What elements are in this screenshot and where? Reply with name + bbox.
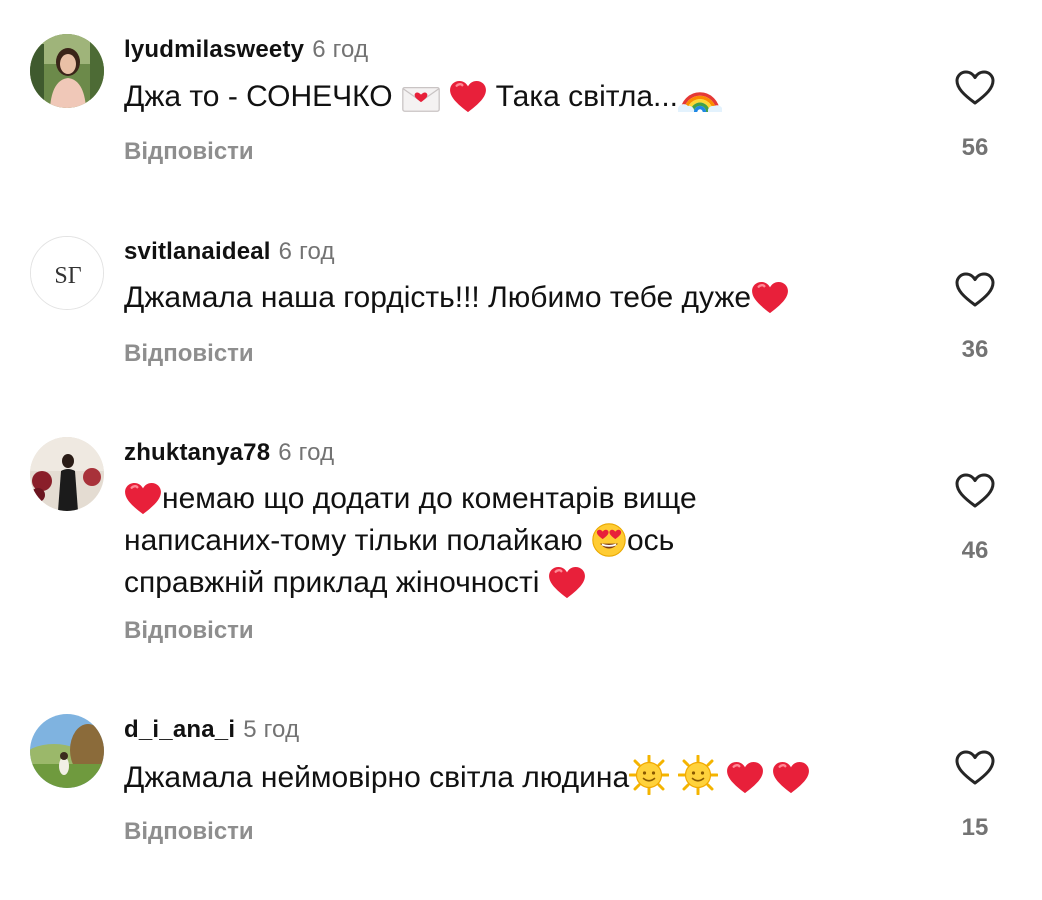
red-heart-icon bbox=[772, 761, 810, 795]
like-heart-icon[interactable] bbox=[955, 473, 995, 511]
red-heart-icon bbox=[751, 281, 789, 315]
comment-text-part: написаних-тому тільки полайкаю bbox=[124, 524, 583, 557]
comment-text-part: Така світла... bbox=[495, 80, 679, 113]
comment-time: 6 год bbox=[278, 439, 335, 466]
comment-text: Джамала наша гордість!!! Любимо тебе дуж… bbox=[124, 277, 824, 319]
like-count: 56 bbox=[961, 134, 989, 161]
avatar[interactable] bbox=[30, 437, 104, 511]
like-count: 46 bbox=[961, 537, 989, 564]
red-heart-icon bbox=[124, 482, 162, 516]
comment-time: 6 год bbox=[312, 36, 369, 63]
love-letter-icon bbox=[401, 83, 441, 114]
comment-text-part: Джамала наша гордість!!! Любимо тебе дуж… bbox=[124, 281, 752, 314]
avatar[interactable]: SГ bbox=[30, 236, 104, 310]
like-count: 15 bbox=[961, 814, 989, 841]
reply-button[interactable]: Відповісти bbox=[124, 617, 254, 645]
red-heart-icon bbox=[726, 761, 764, 795]
like-heart-icon[interactable] bbox=[955, 70, 995, 108]
comment-text-part: ось bbox=[626, 524, 675, 557]
comment-username[interactable]: d_i_ana_i 5 год bbox=[124, 716, 299, 744]
reply-button[interactable]: Відповісти bbox=[124, 138, 254, 166]
comment-text: немаю що додати до коментарів вище напис… bbox=[124, 478, 824, 604]
comment-time: 5 год bbox=[243, 716, 300, 743]
comment-text-part: Джамала неймовірно світла людина bbox=[124, 761, 630, 794]
rainbow-icon bbox=[678, 78, 722, 114]
reply-button[interactable]: Відповісти bbox=[124, 340, 254, 368]
sun-face-icon bbox=[678, 755, 718, 795]
heart-eyes-icon bbox=[591, 522, 627, 558]
comment-text: Джа то - СОНЕЧКО Така світла... bbox=[124, 76, 824, 118]
avatar[interactable] bbox=[30, 714, 104, 788]
red-heart-icon bbox=[449, 80, 487, 114]
comment-username[interactable]: svitlanaideal 6 год bbox=[124, 238, 335, 266]
like-heart-icon[interactable] bbox=[955, 750, 995, 788]
comment-text-part: Джа то - СОНЕЧКО bbox=[124, 80, 393, 113]
like-count: 36 bbox=[961, 336, 989, 363]
red-heart-icon bbox=[548, 566, 586, 600]
comment-username[interactable]: zhuktanya78 6 год bbox=[124, 439, 334, 467]
comment-time: 6 год bbox=[278, 238, 335, 265]
comment-text-part: немаю що додати до коментарів вище bbox=[162, 482, 697, 515]
comment-username[interactable]: lyudmilasweety 6 год bbox=[124, 36, 368, 64]
comment-text: Джамала неймовірно світла людина bbox=[124, 755, 824, 799]
avatar-logo-text: SГ bbox=[54, 263, 81, 289]
avatar[interactable] bbox=[30, 34, 104, 108]
reply-button[interactable]: Відповісти bbox=[124, 818, 254, 846]
sun-face-icon bbox=[629, 755, 669, 795]
comment-text-part: справжній приклад жіночності bbox=[124, 566, 540, 599]
like-heart-icon[interactable] bbox=[955, 272, 995, 310]
